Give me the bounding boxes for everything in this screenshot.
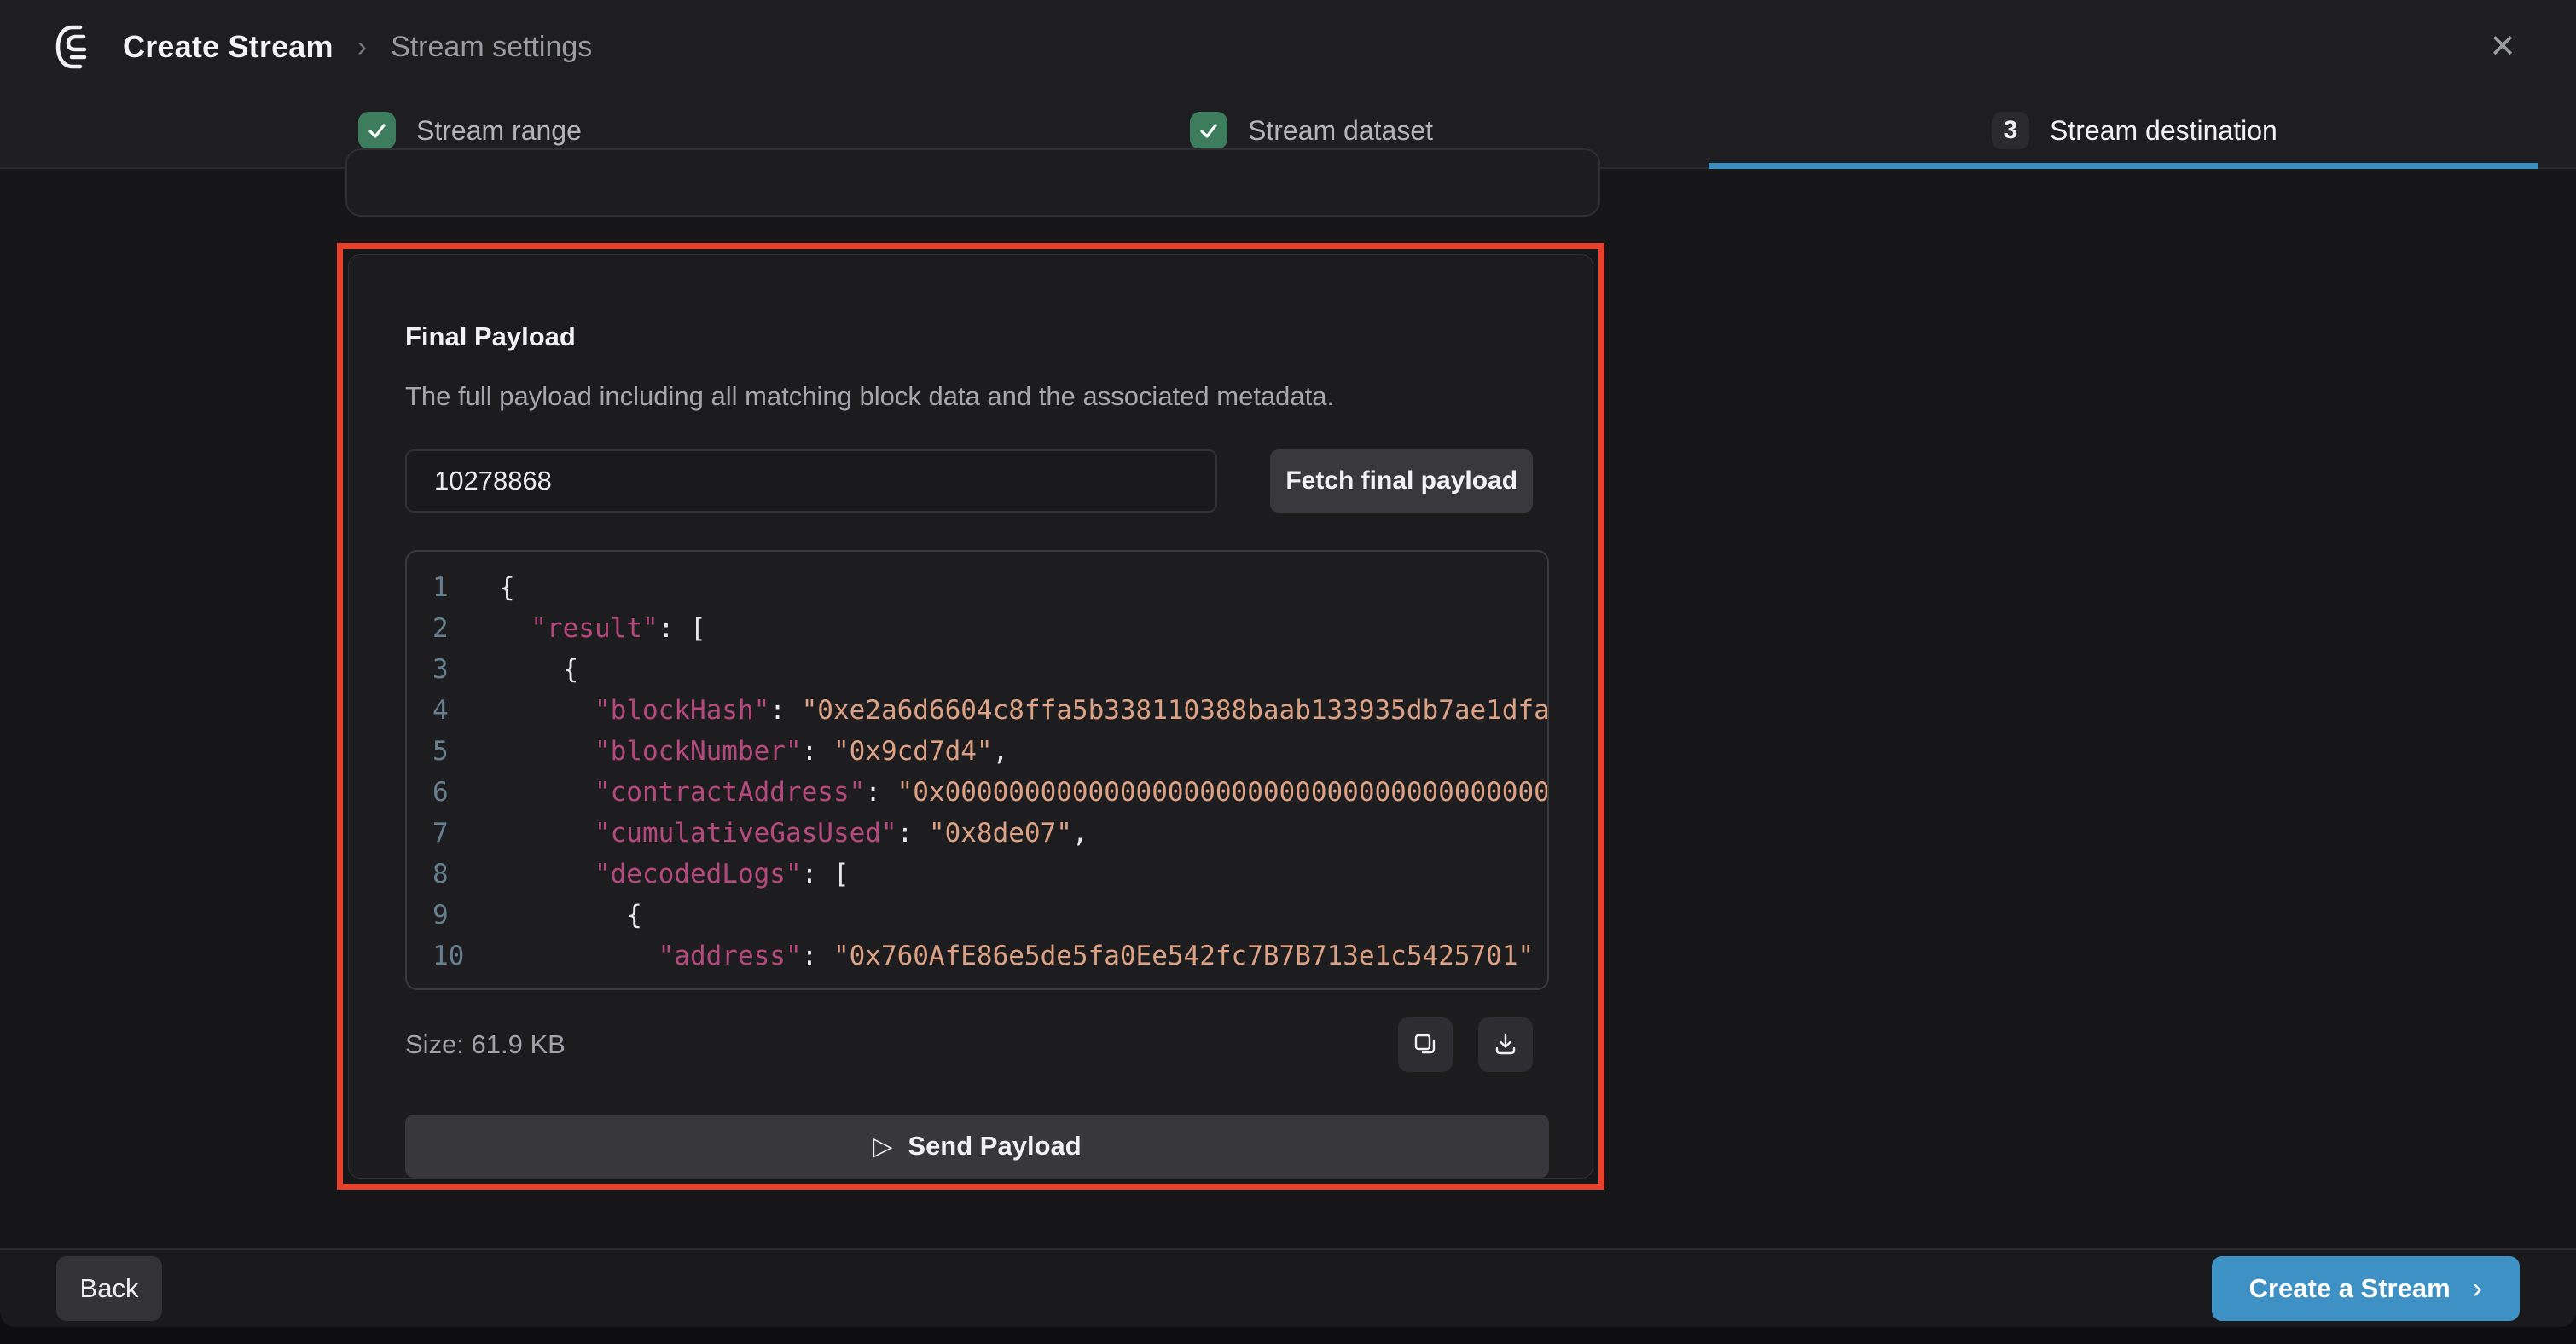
step-stream-destination[interactable]: 3 Stream destination <box>1992 94 2277 167</box>
quicknode-logo-icon <box>51 23 99 71</box>
fetch-row: Fetch final payload <box>405 449 1533 513</box>
payload-code-viewer[interactable]: 1{2 "result": [3 {4 "blockHash": "0xe2a6… <box>405 550 1549 990</box>
code-line: 5 "blockNumber": "0x9cd7d4", <box>432 731 1547 772</box>
check-icon <box>1190 112 1227 149</box>
download-button[interactable] <box>1478 1017 1533 1072</box>
close-icon[interactable]: ✕ <box>2480 22 2525 72</box>
code-line: 7 "cumulativeGasUsed": "0x8de07", <box>432 813 1547 854</box>
content-area: Final Payload The full payload including… <box>0 171 2576 1248</box>
block-number-input[interactable] <box>405 449 1217 513</box>
line-number: 6 <box>432 772 477 813</box>
line-content: { <box>477 649 578 690</box>
code-line: 6 "contractAddress": "0x0000000000000000… <box>432 772 1547 813</box>
line-content: "address": "0x760AfE86e5de5fa0Ee542fc7B7… <box>477 936 1534 976</box>
active-step-underline <box>1709 163 2538 169</box>
footer-bar: Back Create a Stream › <box>0 1248 2576 1327</box>
line-content: "contractAddress": "0x000000000000000000… <box>477 772 1549 813</box>
highlighted-region: Final Payload The full payload including… <box>337 243 1604 1190</box>
line-content: "decodedLogs": [ <box>477 854 850 895</box>
create-stream-modal: Create Stream › Stream settings ✕ Stream… <box>0 0 2576 1327</box>
line-content: "cumulativeGasUsed": "0x8de07", <box>477 813 1088 854</box>
back-button[interactable]: Back <box>56 1256 162 1321</box>
create-stream-label: Create a Stream <box>2249 1273 2451 1304</box>
create-stream-button[interactable]: Create a Stream › <box>2212 1256 2520 1321</box>
code-line: 8 "decodedLogs": [ <box>432 854 1547 895</box>
line-number: 10 <box>432 936 477 976</box>
panel-title: Final Payload <box>405 322 1533 352</box>
final-payload-panel: Final Payload The full payload including… <box>348 254 1593 1179</box>
line-content: { <box>477 895 642 936</box>
send-payload-button[interactable]: ▷ Send Payload <box>405 1115 1549 1178</box>
step-number-badge: 3 <box>1992 112 2029 149</box>
line-number: 3 <box>432 649 477 690</box>
previous-section-card <box>345 148 1600 217</box>
line-number: 8 <box>432 854 477 895</box>
top-bar: Create Stream › Stream settings ✕ <box>0 0 2576 94</box>
copy-button[interactable] <box>1398 1017 1453 1072</box>
breadcrumb-current: Stream settings <box>391 31 592 64</box>
breadcrumb-title: Create Stream <box>123 29 334 65</box>
chevron-right-icon: › <box>2473 1272 2482 1306</box>
step-label: Stream range <box>416 115 582 147</box>
line-content: "blockHash": "0xe2a6d6604c8ffa5b33811038… <box>477 690 1549 731</box>
line-number: 2 <box>432 608 477 649</box>
code-line: 1{ <box>432 567 1547 608</box>
size-row: Size: 61.9 KB <box>405 1017 1533 1072</box>
code-lines: 1{2 "result": [3 {4 "blockHash": "0xe2a6… <box>432 567 1547 976</box>
check-icon <box>358 112 396 149</box>
line-number: 9 <box>432 895 477 936</box>
line-content: "blockNumber": "0x9cd7d4", <box>477 731 1008 772</box>
line-number: 1 <box>432 567 477 608</box>
copy-icon <box>1413 1032 1438 1057</box>
breadcrumb-separator: › <box>357 31 367 64</box>
code-line: 10 "address": "0x760AfE86e5de5fa0Ee542fc… <box>432 936 1547 976</box>
code-line: 2 "result": [ <box>432 608 1547 649</box>
step-label: Stream destination <box>2050 115 2277 147</box>
line-number: 7 <box>432 813 477 854</box>
play-icon: ▷ <box>873 1132 892 1162</box>
payload-size-label: Size: 61.9 KB <box>405 1029 566 1060</box>
code-line: 4 "blockHash": "0xe2a6d6604c8ffa5b338110… <box>432 690 1547 731</box>
payload-actions <box>1398 1017 1533 1072</box>
download-icon <box>1493 1032 1518 1057</box>
code-line: 3 { <box>432 649 1547 690</box>
step-label: Stream dataset <box>1248 115 1433 147</box>
line-content: "result": [ <box>477 608 706 649</box>
line-number: 5 <box>432 731 477 772</box>
fetch-final-payload-button[interactable]: Fetch final payload <box>1270 449 1533 513</box>
panel-description: The full payload including all matching … <box>405 381 1533 412</box>
line-number: 4 <box>432 690 477 731</box>
line-content: { <box>477 567 515 608</box>
send-payload-label: Send Payload <box>908 1131 1081 1162</box>
code-line: 9 { <box>432 895 1547 936</box>
